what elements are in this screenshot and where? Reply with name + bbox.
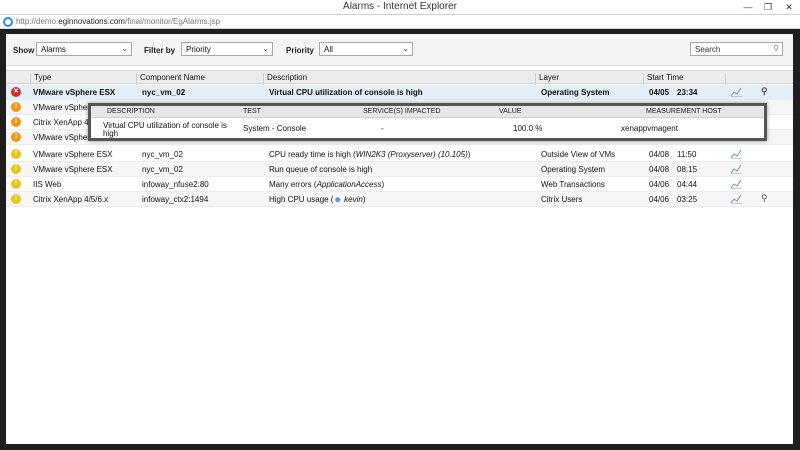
row-time: 23:34 bbox=[677, 88, 698, 97]
column-description[interactable]: Description bbox=[263, 73, 307, 85]
row-layer: Operating System bbox=[541, 88, 610, 97]
row-type: VMware vSphere bbox=[33, 103, 95, 112]
close-button[interactable]: ✕ bbox=[775, 0, 800, 14]
row-type: Citrix XenApp 4/5/6.x bbox=[33, 195, 109, 204]
filter-bar: Show Alarms ⌄ Filter by Priority ⌄ Prior… bbox=[6, 34, 793, 66]
row-description[interactable]: Run queue of console is high bbox=[269, 165, 372, 174]
major-status-icon: ! bbox=[11, 102, 21, 112]
popup-description-line1: Virtual CPU utilization of console is bbox=[103, 121, 227, 130]
zoom-icon[interactable]: ⚲ bbox=[761, 86, 768, 97]
row-time: 11:50 bbox=[677, 150, 697, 159]
chevron-down-icon: ⌄ bbox=[121, 44, 128, 53]
row-type: VMware vSphere bbox=[33, 133, 95, 142]
graph-icon[interactable] bbox=[731, 149, 742, 159]
graph-icon[interactable] bbox=[731, 164, 742, 174]
table-row[interactable]: ! VMware vSphere ESX nyc_vm_02 CPU ready… bbox=[6, 147, 793, 162]
show-label: Show bbox=[13, 46, 35, 55]
row-component: infoway_ctx2:1494 bbox=[142, 195, 209, 204]
row-description[interactable]: CPU ready time is high (WIN2K3 (Proxyser… bbox=[269, 150, 470, 159]
row-component: nyc_vm_02 bbox=[142, 150, 183, 159]
title-bar: Alarms - Internet Explorer — ❐ ✕ bbox=[0, 0, 800, 15]
popup-column-test: TEST bbox=[243, 108, 261, 115]
row-layer: Outside View of VMs bbox=[541, 150, 616, 159]
row-time: 04:44 bbox=[677, 180, 698, 189]
row-type: IIS Web bbox=[33, 180, 62, 189]
graph-icon[interactable] bbox=[731, 194, 742, 204]
search-placeholder: Search bbox=[695, 45, 721, 54]
row-component: infoway_nfuse2:80 bbox=[142, 180, 209, 189]
row-layer: Operating System bbox=[541, 165, 606, 174]
filter-by-select[interactable]: Priority ⌄ bbox=[181, 42, 273, 56]
minor-status-icon: ! bbox=[11, 194, 21, 204]
column-component-name[interactable]: Component Name bbox=[136, 73, 205, 85]
search-icon[interactable]: ⚲ bbox=[773, 44, 779, 53]
popup-description-line2: high bbox=[103, 129, 119, 138]
address-url[interactable]: http://demo.eginnovations.com/final/moni… bbox=[16, 17, 220, 26]
ie-logo-icon bbox=[3, 17, 13, 27]
show-select-value: Alarms bbox=[41, 45, 66, 54]
chevron-down-icon: ⌄ bbox=[262, 44, 269, 53]
popup-header: DESCRIPTION TEST SERVICE(S) IMPACTED VAL… bbox=[91, 106, 764, 118]
table-row[interactable]: ! Citrix XenApp 4/5/6.x infoway_ctx2:149… bbox=[6, 192, 793, 207]
column-start-time[interactable]: Start Time bbox=[643, 73, 683, 85]
minor-status-icon: ! bbox=[11, 149, 21, 159]
chevron-down-icon: ⌄ bbox=[402, 44, 409, 53]
popup-host: xenappvmagent bbox=[621, 124, 678, 133]
minor-status-icon: ! bbox=[11, 179, 21, 189]
minor-status-icon: ! bbox=[11, 164, 21, 174]
row-date: 04/08 bbox=[649, 165, 670, 174]
row-date: 04/06 bbox=[649, 180, 670, 189]
column-layer[interactable]: Layer bbox=[535, 73, 559, 85]
popup-column-description: DESCRIPTION bbox=[107, 108, 155, 115]
major-status-icon: ! bbox=[11, 132, 21, 142]
row-layer: Citrix Users bbox=[541, 195, 583, 204]
window-title: Alarms - Internet Explorer bbox=[343, 1, 457, 12]
popup-services: - bbox=[381, 124, 384, 133]
table-row[interactable]: ✕ VMware vSphere ESX nyc_vm_02 Virtual C… bbox=[6, 85, 793, 100]
graph-icon[interactable] bbox=[731, 179, 742, 189]
table-row[interactable]: ! IIS Web infoway_nfuse2:80 Many errors … bbox=[6, 177, 793, 192]
row-time: 08:15 bbox=[677, 165, 698, 174]
row-component: nyc_vm_02 bbox=[142, 88, 186, 97]
filter-by-select-value: Priority bbox=[186, 45, 211, 54]
row-date: 04/06 bbox=[649, 195, 670, 204]
graph-icon[interactable] bbox=[731, 87, 742, 97]
show-select[interactable]: Alarms ⌄ bbox=[36, 42, 132, 56]
popup-value: 100.0 % bbox=[513, 124, 543, 133]
user-icon: ☻ bbox=[333, 195, 342, 204]
table-row[interactable]: ! VMware vSphere ESX nyc_vm_02 Run queue… bbox=[6, 162, 793, 177]
zoom-icon[interactable]: ⚲ bbox=[761, 193, 768, 204]
row-date: 04/08 bbox=[649, 150, 670, 159]
popup-column-services: SERVICE(S) IMPACTED bbox=[363, 108, 441, 115]
row-date: 04/05 bbox=[649, 88, 670, 97]
row-type: Citrix XenApp 4, bbox=[33, 118, 91, 127]
popup-test: System - Console bbox=[243, 124, 307, 133]
alarm-detail-popup: DESCRIPTION TEST SERVICE(S) IMPACTED VAL… bbox=[88, 103, 767, 141]
address-bar[interactable]: http://demo.eginnovations.com/final/moni… bbox=[0, 15, 800, 29]
major-status-icon: ! bbox=[11, 117, 21, 127]
row-component: nyc_vm_02 bbox=[142, 165, 183, 174]
critical-status-icon: ✕ bbox=[11, 87, 21, 97]
filter-by-label: Filter by bbox=[144, 46, 176, 55]
row-type: VMware vSphere ESX bbox=[33, 88, 116, 97]
alarms-page: Show Alarms ⌄ Filter by Priority ⌄ Prior… bbox=[6, 34, 793, 444]
row-description[interactable]: High CPU usage (☻ kevin) bbox=[269, 195, 366, 204]
row-description[interactable]: Many errors (ApplicationAccess) bbox=[269, 180, 384, 189]
row-description[interactable]: Virtual CPU utilization of console is hi… bbox=[269, 88, 423, 97]
row-type: VMware vSphere ESX bbox=[33, 150, 113, 159]
column-type[interactable]: Type bbox=[30, 73, 51, 85]
popup-column-host: MEASUREMENT HOST bbox=[646, 108, 722, 115]
table-header: Type Component Name Description Layer St… bbox=[6, 70, 793, 85]
column-actions bbox=[725, 73, 793, 85]
row-layer: Web Transactions bbox=[541, 180, 605, 189]
search-input[interactable]: Search ⚲ bbox=[690, 42, 783, 56]
priority-label: Priority bbox=[286, 46, 315, 55]
priority-select[interactable]: All ⌄ bbox=[319, 42, 413, 56]
row-time: 03:25 bbox=[677, 195, 698, 204]
priority-select-value: All bbox=[324, 45, 333, 54]
row-type: VMware vSphere ESX bbox=[33, 165, 113, 174]
popup-column-value: VALUE bbox=[499, 108, 522, 115]
